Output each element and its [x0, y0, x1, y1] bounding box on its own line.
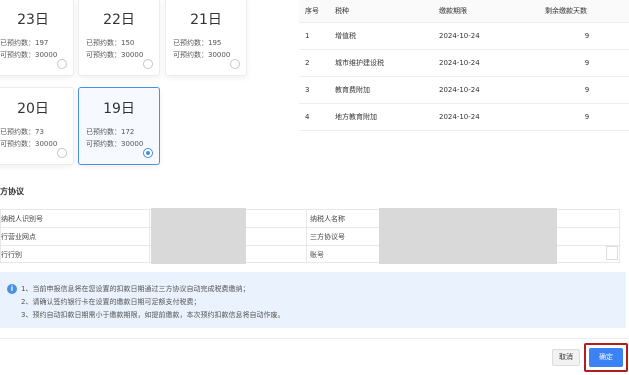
date-card-23[interactable]: 23日 已预约数：197 可预约数：30000 — [0, 0, 74, 76]
cell-no: 1 — [299, 22, 335, 50]
account-input[interactable] — [606, 246, 618, 260]
available-count: 可预约数：30000 — [0, 51, 58, 59]
cell-deadline: 2024-10-24 — [439, 76, 545, 104]
cell-days-left: 9 — [545, 103, 629, 131]
header-no: 序号 — [299, 0, 335, 23]
reserved-count: 已预约数：195 — [173, 39, 222, 47]
date-card-21[interactable]: 21日 已预约数：195 可预约数：30000 — [165, 0, 247, 76]
footer-divider — [0, 338, 629, 339]
notice-line: 2、请确认签约银行卡在设置的缴款日期可足额支付税费； — [21, 298, 201, 306]
section-title-agreement: 方协议 — [0, 187, 24, 196]
table-row: 4 地方教育附加 2024-10-24 9 — [299, 103, 629, 131]
cell-tax-type: 教育费附加 — [335, 76, 439, 104]
available-count: 可预约数：30000 — [173, 51, 231, 59]
radio-button[interactable] — [143, 59, 153, 69]
agreement-form: 纳税人识别号 行营业网点 行行别 纳税人名称 三方协议号 账号 — [0, 208, 621, 264]
column-divider — [306, 210, 307, 262]
label-account-no: 账号 — [310, 251, 324, 259]
date-card-22[interactable]: 22日 已预约数：150 可预约数：30000 — [78, 0, 160, 76]
date-card-day: 20日 — [17, 101, 49, 117]
cell-days-left: 9 — [545, 76, 629, 104]
cell-tax-type: 增值税 — [335, 22, 439, 50]
confirm-button[interactable]: 确定 — [589, 348, 623, 367]
cell-tax-type: 城市维护建设税 — [335, 49, 439, 77]
table-header-row: 序号 税种 缴款期限 剩余缴款天数 — [299, 0, 629, 23]
cell-deadline: 2024-10-24 — [439, 49, 545, 77]
date-card-day: 22日 — [103, 12, 135, 28]
label-taxpayer-name: 纳税人名称 — [310, 215, 345, 223]
radio-button[interactable] — [230, 59, 240, 69]
available-count: 可预约数：30000 — [86, 51, 144, 59]
date-card-day: 23日 — [17, 12, 49, 28]
table-row: 3 教育费附加 2024-10-24 9 — [299, 76, 629, 104]
date-card-19[interactable]: 19日 已预约数：172 可预约数：30000 — [78, 87, 160, 165]
reserved-count: 已预约数：73 — [0, 128, 44, 136]
cell-no: 4 — [299, 103, 335, 131]
cell-tax-type: 地方教育附加 — [335, 103, 439, 131]
radio-button[interactable] — [57, 148, 67, 158]
notice-line: 1、当前申报信息将在您设置的扣款日期通过三方协议自动完成税费缴纳； — [21, 285, 250, 293]
header-tax-type: 税种 — [335, 0, 439, 23]
reserved-count: 已预约数：150 — [86, 39, 135, 47]
notice-line: 3、预约自动扣款日期需小于缴款期限，如提前缴款，本次预约扣款信息将自动作废。 — [21, 311, 285, 319]
header-days-left: 剩余缴款天数 — [545, 0, 629, 23]
cell-days-left: 9 — [545, 49, 629, 77]
reserved-count: 已预约数：197 — [0, 39, 49, 47]
date-card-day: 19日 — [103, 101, 135, 117]
label-bank-branch: 行营业网点 — [1, 233, 36, 241]
reserved-count: 已预约数：172 — [86, 128, 135, 136]
cell-days-left: 9 — [545, 22, 629, 50]
radio-button[interactable] — [57, 59, 67, 69]
table-row: 2 城市维护建设税 2024-10-24 9 — [299, 49, 629, 77]
date-card-day: 21日 — [190, 12, 222, 28]
label-bank-type: 行行别 — [1, 251, 22, 259]
cell-deadline: 2024-10-24 — [439, 103, 545, 131]
cell-deadline: 2024-10-24 — [439, 22, 545, 50]
cell-no: 3 — [299, 76, 335, 104]
redacted-value — [151, 208, 246, 264]
header-deadline: 缴款期限 — [439, 0, 545, 23]
radio-button[interactable] — [143, 148, 153, 158]
redacted-value — [379, 208, 557, 264]
label-taxpayer-id: 纳税人识别号 — [1, 215, 43, 223]
available-count: 可预约数：30000 — [0, 140, 58, 148]
label-agreement-no: 三方协议号 — [310, 233, 345, 241]
cancel-button[interactable]: 取消 — [552, 349, 580, 366]
tax-table: 序号 税种 缴款期限 剩余缴款天数 1 增值税 2024-10-24 9 2 城… — [299, 0, 629, 131]
table-row: 1 增值税 2024-10-24 9 — [299, 22, 629, 50]
available-count: 可预约数：30000 — [86, 140, 144, 148]
info-icon: i — [7, 284, 17, 294]
notice-box: i 1、当前申报信息将在您设置的扣款日期通过三方协议自动完成税费缴纳； 2、请确… — [0, 272, 626, 328]
date-card-20[interactable]: 20日 已预约数：73 可预约数：30000 — [0, 87, 74, 165]
column-divider — [149, 210, 150, 262]
cell-no: 2 — [299, 49, 335, 77]
